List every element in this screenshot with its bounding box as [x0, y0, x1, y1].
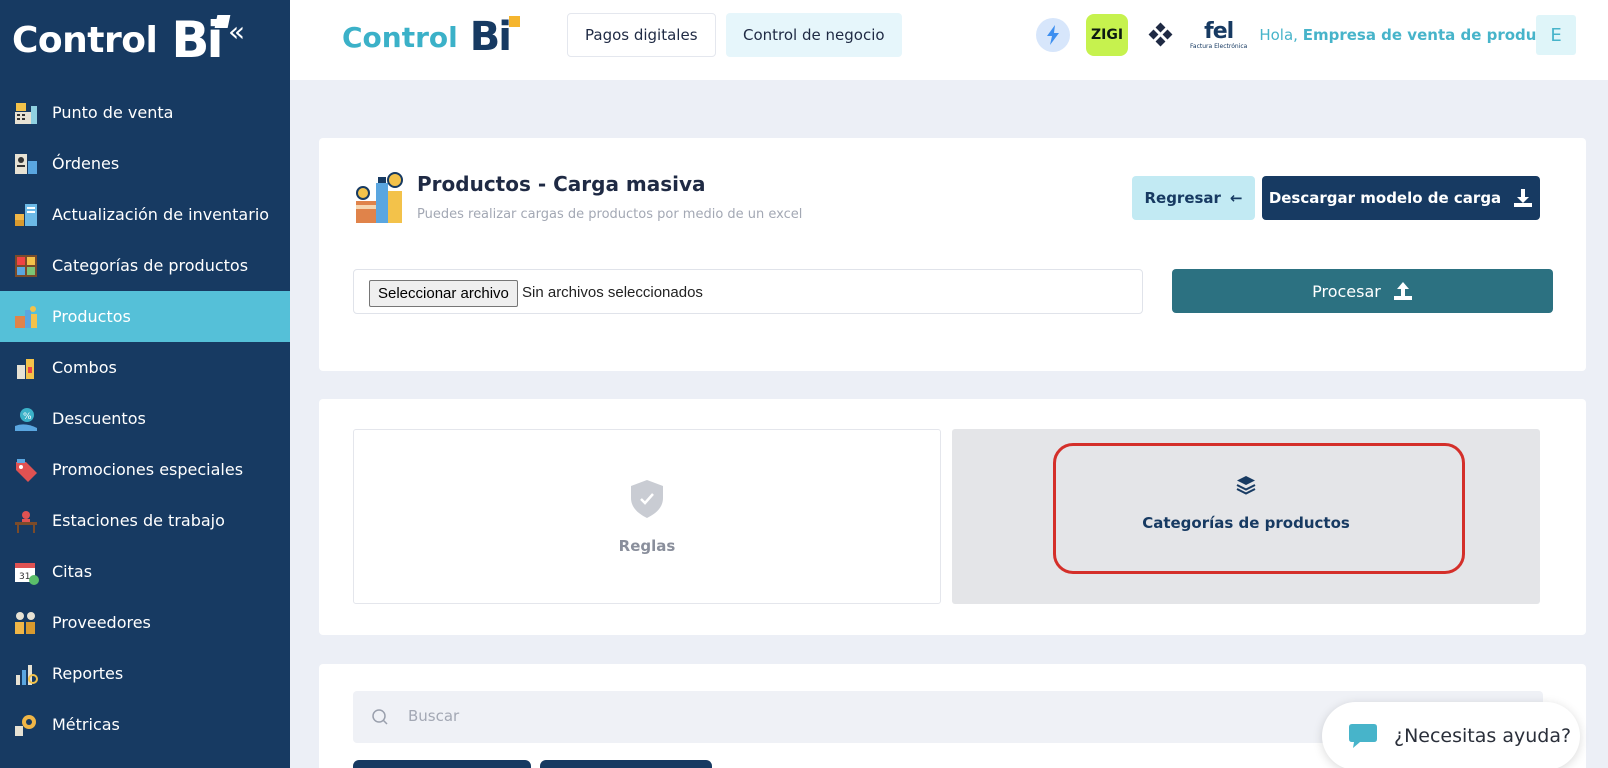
discount-icon: %: [12, 405, 40, 433]
download-button-label: Descargar modelo de carga: [1268, 189, 1502, 207]
search-icon: [372, 709, 388, 725]
sidebar-item-combos[interactable]: Combos: [0, 342, 290, 393]
sidebar-item-label: Estaciones de trabajo: [52, 511, 225, 530]
categories-icon: [12, 252, 40, 280]
sidebar-item-label: Descuentos: [52, 409, 146, 428]
tab-control-de-negocio[interactable]: Control de negocio: [726, 13, 902, 57]
sidebar-item-label: Actualización de inventario: [52, 205, 270, 224]
products-bulk-icon: [354, 171, 406, 225]
rules-option-label: Reglas: [618, 537, 676, 555]
sidebar-item-label: Citas: [52, 562, 93, 581]
svg-text:31: 31: [19, 572, 30, 582]
sidebar-item-reportes[interactable]: Reportes: [0, 648, 290, 699]
sidebar-nav: Punto de venta Órdenes Actualización de …: [0, 87, 290, 750]
sidebar-item-ordenes[interactable]: Órdenes: [0, 138, 290, 189]
sidebar-item-label: Promociones especiales: [52, 460, 244, 479]
download-template-button[interactable]: Descargar modelo de carga: [1262, 176, 1540, 220]
sidebar-item-metricas[interactable]: Métricas: [0, 699, 290, 750]
sidebar-logo[interactable]: Control Bi: [12, 8, 230, 72]
sidebar-item-citas[interactable]: 31 Citas: [0, 546, 290, 597]
diamond-dots-icon[interactable]: [1146, 20, 1176, 50]
file-status: Sin archivos seleccionados: [522, 284, 703, 301]
sidebar-item-label: Productos: [52, 307, 131, 326]
process-button-label: Procesar: [1312, 281, 1381, 301]
process-button[interactable]: Procesar: [1172, 269, 1553, 313]
logo-word: Control: [12, 19, 158, 61]
inventory-icon: [12, 201, 40, 229]
combos-icon: [12, 354, 40, 382]
file-input[interactable]: Seleccionar archivo Sin archivos selecci…: [353, 269, 1143, 314]
fel-text: fel: [1204, 18, 1234, 44]
calendar-icon: 31: [12, 558, 40, 586]
help-label: ¿Necesitas ayuda?: [1394, 725, 1572, 747]
metrics-icon: [12, 711, 40, 739]
back-button[interactable]: Regresar ←: [1132, 176, 1255, 220]
back-button-label: Regresar: [1144, 189, 1221, 207]
select-file-button[interactable]: Seleccionar archivo: [369, 280, 518, 307]
company-name: Empresa de venta de productos: [1302, 26, 1572, 44]
collapse-sidebar-button[interactable]: «: [228, 18, 245, 46]
logo-bi: Bi: [171, 11, 230, 69]
sidebar-item-punto-de-venta[interactable]: Punto de venta: [0, 87, 290, 138]
products-icon: [12, 303, 40, 331]
help-chat-button[interactable]: ¿Necesitas ayuda?: [1322, 702, 1580, 768]
list-action-button-2[interactable]: [540, 760, 712, 768]
header-icons: ZIGI fel Factura Electrónica Hola, Empre…: [1036, 14, 1572, 56]
sidebar-item-label: Punto de venta: [52, 103, 174, 122]
sidebar-item-actualizacion-inventario[interactable]: Actualización de inventario: [0, 189, 290, 240]
sidebar-item-descuentos[interactable]: % Descuentos: [0, 393, 290, 444]
workstation-icon: [12, 507, 40, 535]
sidebar-item-label: Combos: [52, 358, 117, 377]
top-bar: Control Bi Pagos digitales Control de ne…: [290, 0, 1608, 80]
greeting: Hola, Empresa de venta de productos: [1259, 26, 1572, 44]
header-logo[interactable]: Control Bi: [342, 12, 520, 62]
orders-icon: [12, 150, 40, 178]
sidebar-item-proveedores[interactable]: Proveedores: [0, 597, 290, 648]
suppliers-icon: [12, 609, 40, 637]
sidebar-item-productos[interactable]: Productos: [0, 291, 290, 342]
page-subtitle: Puedes realizar cargas de productos por …: [417, 207, 803, 222]
zigi-logo[interactable]: ZIGI: [1086, 14, 1128, 56]
bolt-icon[interactable]: [1036, 18, 1070, 52]
svg-text:%: %: [23, 412, 32, 422]
upload-card: Productos - Carga masiva Puedes realizar…: [319, 138, 1586, 371]
highlight-outline: [1053, 443, 1465, 574]
sidebar-item-promociones[interactable]: Promociones especiales: [0, 444, 290, 495]
arrow-left-icon: ←: [1229, 189, 1243, 207]
sidebar-item-label: Métricas: [52, 715, 120, 734]
sidebar-item-label: Proveedores: [52, 613, 151, 632]
sidebar: Control Bi « Punto de venta Órdenes Actu…: [0, 0, 290, 768]
page-title: Productos - Carga masiva: [417, 172, 706, 196]
chat-bubble-icon: [1349, 724, 1377, 748]
rules-option[interactable]: Reglas: [353, 429, 941, 604]
sidebar-item-categorias[interactable]: Categorías de productos: [0, 240, 290, 291]
upload-icon: [1393, 282, 1412, 300]
shield-check-icon: [631, 480, 663, 522]
header-logo-bi: Bi: [470, 14, 520, 60]
sidebar-item-label: Categorías de productos: [52, 256, 249, 275]
sidebar-item-estaciones[interactable]: Estaciones de trabajo: [0, 495, 290, 546]
list-action-button-1[interactable]: [353, 760, 531, 768]
tab-pagos-digitales[interactable]: Pagos digitales: [567, 13, 716, 57]
reports-icon: [12, 660, 40, 688]
sidebar-item-label: Órdenes: [52, 154, 120, 173]
download-icon: [1514, 189, 1533, 207]
sidebar-item-label: Reportes: [52, 664, 124, 683]
fel-subtext: Factura Electrónica: [1190, 42, 1248, 50]
cash-register-icon: [12, 99, 40, 127]
avatar[interactable]: E: [1536, 15, 1576, 55]
header-logo-word: Control: [342, 20, 458, 54]
promo-tag-icon: [12, 456, 40, 484]
search-placeholder: Buscar: [408, 707, 460, 725]
fel-logo[interactable]: fel Factura Electrónica: [1190, 18, 1248, 50]
